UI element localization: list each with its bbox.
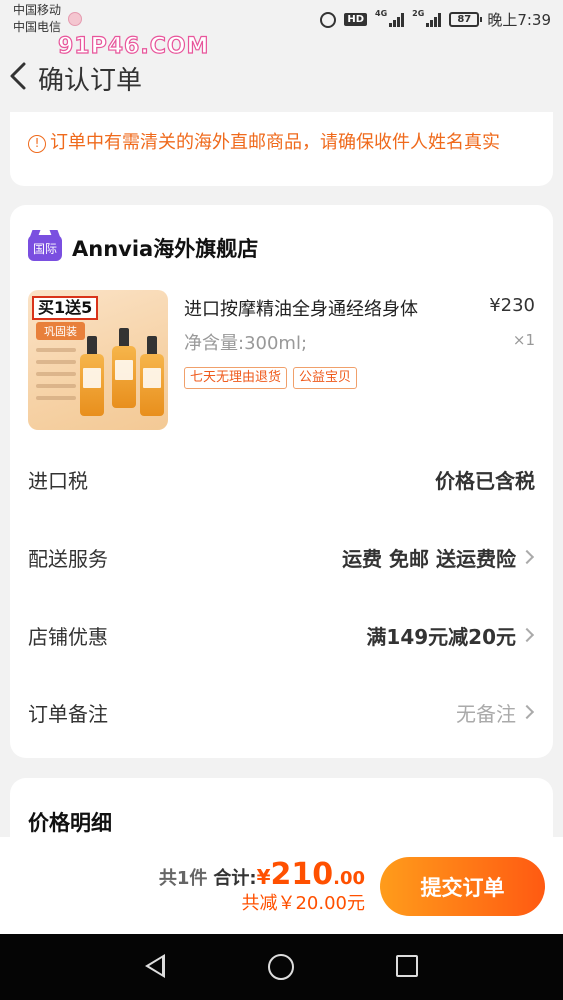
product-image[interactable]: 买1送5 巩固装 — [28, 290, 168, 430]
order-remark-row[interactable]: 订单备注 无备注 — [28, 697, 535, 727]
total-amount-decimal: .00 — [333, 868, 365, 889]
currency-symbol: ¥ — [256, 865, 271, 889]
discount-summary: 共减￥20.00元 — [241, 893, 365, 914]
order-remark-value-wrap: 无备注 — [456, 698, 535, 727]
promo-sub-label: 巩固装 — [36, 322, 85, 340]
item-count: 共1件 — [158, 868, 208, 889]
customs-notice: ! 订单中有需清关的海外直邮商品，请确保收件人姓名真实 — [10, 112, 553, 186]
notice-text: 订单中有需清关的海外直邮商品，请确保收件人姓名真实 — [50, 132, 500, 153]
status-icons: HD 4G 2G 87 晚上7:39 — [320, 9, 551, 30]
product-price: ¥230 — [489, 295, 535, 316]
tag-seven-day-return: 七天无理由退货 — [184, 367, 288, 389]
total-line: 共1件 合计: ¥ 210 .00 — [159, 857, 365, 892]
info-icon: ! — [28, 135, 46, 153]
net-2g-label: 2G — [412, 9, 425, 18]
delivery-row[interactable]: 配送服务 运费 免邮 送运费险 — [28, 542, 535, 572]
submit-order-button[interactable]: 提交订单 — [380, 857, 545, 916]
alarm-icon — [320, 11, 337, 28]
import-tax-value: 价格已含税 — [435, 468, 535, 493]
checkout-bar: 共1件 合计: ¥ 210 .00 共减￥20.00元 提交订单 — [0, 837, 563, 934]
delivery-value: 运费 免邮 送运费险 — [342, 546, 516, 571]
shop-name: Annvia海外旗舰店 — [72, 237, 259, 261]
image-feature-lines — [36, 348, 76, 408]
system-nav-bar — [0, 934, 563, 1000]
system-recents-icon[interactable] — [396, 955, 418, 977]
nav-bar: 确认订单 — [0, 44, 563, 108]
notification-dot-icon — [68, 12, 82, 26]
store-coupon-value: 满149元减20元 — [366, 624, 516, 649]
tag-charity: 公益宝贝 — [293, 367, 358, 389]
promo-label: 买1送5 — [32, 296, 99, 320]
total-amount-integer: 210 — [270, 857, 334, 892]
clock: 晚上7:39 — [487, 11, 551, 29]
delivery-value-wrap: 运费 免邮 送运费险 — [342, 543, 535, 572]
chevron-right-icon — [519, 704, 535, 720]
order-remark-value: 无备注 — [456, 701, 516, 726]
store-coupon-value-wrap: 满149元减20元 — [366, 621, 535, 650]
shop-header[interactable]: 国际 Annvia海外旗舰店 — [28, 233, 258, 263]
bottle-icon — [112, 328, 136, 408]
store-coupon-label: 店铺优惠 — [28, 624, 108, 649]
delivery-label: 配送服务 — [28, 546, 108, 571]
product-title[interactable]: 进口按摩精油全身通经络身体 — [184, 295, 418, 321]
order-remark-label: 订单备注 — [28, 701, 108, 726]
total-label: 合计: — [213, 868, 257, 889]
carrier-2: 中国电信 — [13, 20, 62, 34]
tmall-global-badge-icon: 国际 — [28, 235, 62, 261]
back-arrow-icon[interactable] — [6, 58, 34, 94]
price-detail-title: 价格明细 — [28, 811, 112, 835]
product-quantity: ×1 — [512, 331, 535, 349]
chevron-right-icon — [519, 627, 535, 643]
bottle-icon — [140, 336, 164, 416]
import-tax-row: 进口税 价格已含税 — [28, 464, 535, 494]
hd-icon: HD — [344, 13, 368, 26]
bottle-icon — [80, 336, 104, 416]
page-title: 确认订单 — [38, 66, 143, 96]
import-tax-label: 进口税 — [28, 468, 88, 493]
order-card: 国际 Annvia海外旗舰店 买1送5 巩固装 进口按摩精油全身通经络身体 ¥2… — [10, 205, 553, 758]
system-back-icon[interactable] — [145, 954, 165, 978]
carrier-info: 中国移动 中国电信 — [13, 2, 61, 36]
product-spec: 净含量:300ml; — [184, 333, 308, 354]
service-tags: 七天无理由退货 公益宝贝 — [184, 367, 358, 389]
net-4g-label: 4G — [375, 9, 388, 18]
signal-icon-2 — [426, 12, 442, 27]
chevron-right-icon — [519, 549, 535, 565]
store-coupon-row[interactable]: 店铺优惠 满149元减20元 — [28, 620, 535, 650]
battery-icon: 87 — [449, 12, 483, 27]
signal-icon — [389, 12, 405, 27]
system-home-icon[interactable] — [268, 954, 294, 980]
carrier-1: 中国移动 — [13, 3, 62, 17]
